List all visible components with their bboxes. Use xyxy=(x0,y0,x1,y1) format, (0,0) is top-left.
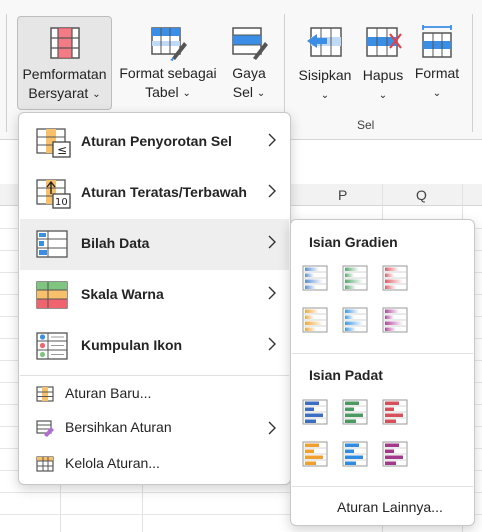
delete-cells-button[interactable]: Hapus ⌄ xyxy=(358,16,408,110)
menu-item-label: Aturan Baru... xyxy=(65,385,152,401)
format-as-table-button[interactable]: Format sebagai Tabel ⌄ xyxy=(113,16,223,110)
cell-styles-label-1: Gaya xyxy=(232,65,266,81)
group-separator xyxy=(6,14,7,132)
gradient-data-bar-swatch[interactable] xyxy=(301,264,329,292)
data-bars-submenu: Isian Gradien Isian Padat Aturan Lainnya… xyxy=(290,219,475,526)
chevron-right-icon xyxy=(268,337,276,351)
chevron-right-icon xyxy=(268,184,276,198)
menu-item-data-bars[interactable]: Bilah Data xyxy=(20,219,289,270)
delete-cells-label: Hapus xyxy=(362,67,404,83)
more-rules-button[interactable]: Aturan Lainnya... xyxy=(337,499,443,515)
cells-group-label: Sel xyxy=(357,118,375,132)
conditional-formatting-label-1: Pemformatan xyxy=(22,66,107,82)
delete-cells-icon xyxy=(366,27,402,57)
chevron-down-icon: ⌄ xyxy=(92,89,101,100)
solid-data-bar-swatch[interactable] xyxy=(381,398,409,426)
format-as-table-icon xyxy=(151,27,187,61)
solid-data-bar-swatch[interactable] xyxy=(381,440,409,468)
gradient-data-bar-swatch[interactable] xyxy=(341,264,369,292)
menu-item-manage-rules[interactable]: Kelola Aturan... xyxy=(20,449,289,479)
icon-sets-icon xyxy=(36,332,68,360)
format-cells-label: Format xyxy=(414,65,460,81)
new-rule-icon xyxy=(36,386,54,402)
menu-item-new-rule[interactable]: Aturan Baru... xyxy=(20,379,289,409)
group-separator xyxy=(472,14,473,132)
format-as-table-label-1: Format sebagai xyxy=(119,65,217,81)
menu-item-label: Bersihkan Aturan xyxy=(65,419,172,435)
format-as-table-label-2: Tabel xyxy=(145,84,179,100)
cell-styles-label-2: Sel xyxy=(232,84,253,100)
chevron-right-icon xyxy=(268,133,276,147)
gradient-data-bar-swatch[interactable] xyxy=(381,306,409,334)
menu-item-label: Aturan Penyorotan Sel xyxy=(81,133,232,149)
color-scales-icon xyxy=(36,281,68,309)
chevron-right-icon xyxy=(268,235,276,249)
gradient-data-bar-swatch[interactable] xyxy=(301,306,329,334)
gradient-data-bar-swatch[interactable] xyxy=(381,264,409,292)
submenu-separator xyxy=(292,486,473,487)
menu-item-label: Skala Warna xyxy=(81,286,164,302)
chevron-down-icon: ⌄ xyxy=(432,88,442,99)
format-cells-icon xyxy=(422,25,452,58)
conditional-formatting-icon xyxy=(49,27,80,59)
solid-data-bar-swatch[interactable] xyxy=(341,398,369,426)
menu-item-label: Kumpulan Ikon xyxy=(81,337,183,353)
chevron-right-icon xyxy=(268,421,276,435)
insert-cells-icon xyxy=(307,27,342,57)
submenu-separator xyxy=(292,353,473,354)
cell-styles-button[interactable]: Gaya Sel ⌄ xyxy=(225,16,273,110)
clear-rules-icon xyxy=(36,420,54,437)
gradient-fill-title: Isian Gradien xyxy=(309,234,398,250)
column-header-q[interactable]: Q xyxy=(416,187,427,203)
insert-cells-label: Sisipkan xyxy=(298,67,352,83)
menu-item-label: Aturan Teratas/Terbawah xyxy=(81,184,247,200)
cell-styles-icon xyxy=(232,27,268,60)
chevron-down-icon: ⌄ xyxy=(378,90,388,101)
column-header-p[interactable]: P xyxy=(338,187,347,203)
menu-item-label: Bilah Data xyxy=(81,235,150,251)
conditional-formatting-label-2: Bersyarat xyxy=(28,85,89,101)
chevron-down-icon: ⌄ xyxy=(256,88,266,99)
menu-item-highlight-cells-rules[interactable]: ≤ Aturan Penyorotan Sel xyxy=(20,117,289,168)
insert-cells-button[interactable]: Sisipkan ⌄ xyxy=(294,16,356,110)
chevron-down-icon: ⌄ xyxy=(320,90,330,101)
format-cells-button[interactable]: Format ⌄ xyxy=(410,16,464,110)
data-bars-icon xyxy=(36,230,68,258)
gradient-data-bar-swatch[interactable] xyxy=(341,306,369,334)
menu-item-icon-sets[interactable]: Kumpulan Ikon xyxy=(20,321,289,372)
highlight-cells-rules-icon: ≤ xyxy=(36,128,71,158)
conditional-formatting-menu: ≤ Aturan Penyorotan Sel 10 Aturan Terata… xyxy=(18,112,291,485)
chevron-down-icon: ⌄ xyxy=(182,88,191,99)
manage-rules-icon xyxy=(36,456,54,472)
top-bottom-rules-icon: 10 xyxy=(36,179,71,209)
chevron-right-icon xyxy=(268,286,276,300)
solid-data-bar-swatch[interactable] xyxy=(301,440,329,468)
menu-item-clear-rules[interactable]: Bersihkan Aturan xyxy=(20,413,289,443)
menu-separator xyxy=(20,375,289,376)
solid-data-bar-swatch[interactable] xyxy=(301,398,329,426)
svg-text:≤: ≤ xyxy=(57,143,67,157)
menu-item-top-bottom-rules[interactable]: 10 Aturan Teratas/Terbawah xyxy=(20,168,289,219)
menu-item-label: Kelola Aturan... xyxy=(65,455,160,471)
solid-fill-title: Isian Padat xyxy=(309,367,383,383)
menu-item-color-scales[interactable]: Skala Warna xyxy=(20,270,289,321)
svg-text:10: 10 xyxy=(55,197,68,208)
solid-data-bar-swatch[interactable] xyxy=(341,440,369,468)
conditional-formatting-button[interactable]: Pemformatan Bersyarat ⌄ xyxy=(17,16,112,110)
